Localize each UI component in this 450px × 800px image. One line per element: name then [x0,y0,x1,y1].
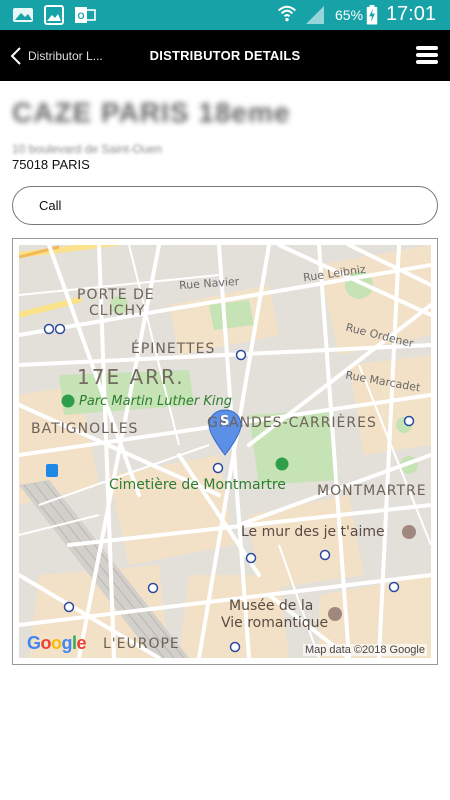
map-label-mur: Le mur des je t'aime [241,524,385,540]
map[interactable]: PORTE DE CLICHY Rue Navier Rue Leibniz É… [19,245,431,658]
map-tiles [19,245,431,658]
poi-heart-icon [402,525,416,539]
map-label-parc: Parc Martin Luther King [79,394,232,409]
call-button[interactable]: Call [12,186,438,225]
signal-icon [306,6,324,24]
map-label-arr17: 17E ARR. [77,365,185,389]
museum-icon [328,607,342,621]
clock: 17:01 [385,3,436,25]
train-station-icon [46,464,58,477]
map-label-marker-letter: S [220,414,230,429]
distributor-name: CAZE PARIS 18eme [12,97,291,128]
map-label-cimetiere: Cimetière de Montmartre [109,477,286,493]
status-bar: O 65% 17:01 [0,0,450,30]
map-label-grandes-carrieres: GRANDES-CARRIÈRES [207,415,377,431]
map-label-europe: L'EUROPE [103,636,180,652]
map-label-clichy: CLICHY [89,303,146,319]
page-title: DISTRIBUTOR DETAILS [149,48,301,63]
gallery-notification-icon [13,8,33,22]
google-logo: Google [27,633,87,653]
map-label-porte-de: PORTE DE [77,287,155,303]
image-notification-icon [44,5,64,25]
hamburger-menu-icon[interactable] [416,46,438,64]
svg-text:O: O [77,11,84,21]
app-bar: Distributor L... DISTRIBUTOR DETAILS [0,30,450,81]
distributor-city: 75018 PARIS [12,157,90,172]
map-label-epinettes: ÉPINETTES [131,341,216,357]
map-label-montmartre: MONTMARTRE [317,483,427,499]
distributor-street: 10 boulevard de Saint-Ouen [12,142,163,156]
map-label-batignolles: BATIGNOLLES [31,421,139,437]
map-frame: PORTE DE CLICHY Rue Navier Rue Leibniz É… [12,238,438,665]
battery-charging-icon [366,5,378,25]
outlook-notification-icon: O [75,7,96,23]
battery-percent: 65% [335,7,364,23]
wifi-icon [277,5,297,22]
map-label-musee-line1: Musée de la [229,598,314,614]
map-attribution: Map data ©2018 Google [302,644,427,656]
map-label-musee-line2: Vie romantique [221,615,329,631]
